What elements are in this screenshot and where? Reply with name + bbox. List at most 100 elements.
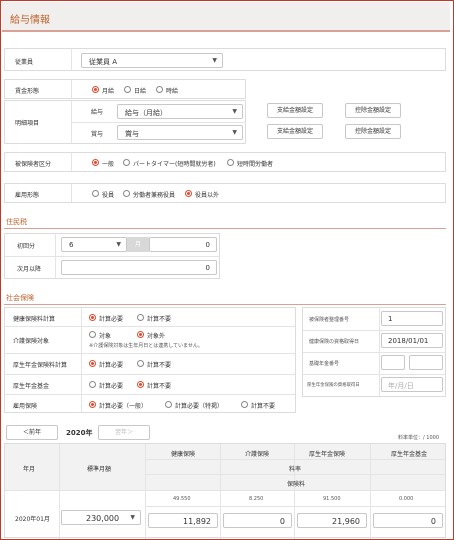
employment-type-label: 雇用形態	[15, 192, 40, 199]
insured-type-radio-general[interactable]	[92, 159, 99, 166]
insured-type-radio-parttime[interactable]	[123, 159, 130, 166]
rate-row-label: 料率	[289, 466, 302, 473]
salary-deduct-setting-button[interactable]: 控除金額設定	[345, 103, 401, 118]
bonus-deduct-setting-button[interactable]: 控除金額設定	[345, 124, 401, 139]
rate-unit-label: 料率単位：/ 1000	[398, 435, 439, 441]
care-option-label: 対象外	[147, 333, 166, 340]
salary-value: 給与（月給）	[125, 109, 167, 117]
chevron-down-icon: ▼	[130, 514, 135, 521]
emp-option-label: 計算必要（特掲）	[175, 403, 224, 410]
pay-type-radio-daily[interactable]	[124, 86, 131, 93]
resident-first-month-select[interactable]: 6 ▼	[61, 237, 127, 252]
pension-calc-option-label: 計算不要	[147, 362, 172, 369]
month-unit-label: 月	[127, 237, 149, 252]
social-insurance-left-box: 健康保険料計算 計算必要 計算不要 介護保険対象 対象 対象外 ※介護保険対象は…	[4, 307, 296, 413]
salary-pay-setting-button[interactable]: 支給金額設定	[267, 103, 323, 118]
salary-label: 給与	[91, 109, 104, 116]
pension-date-placeholder: 年/月/日	[388, 382, 414, 390]
col-care: 介護保険	[245, 451, 270, 458]
health-calc-label: 健康保険料計算	[13, 316, 56, 323]
fund-radio-not-required[interactable]	[137, 381, 144, 388]
employee-label: 従業員	[15, 59, 34, 66]
employment-type-option-label: 役員以外	[195, 192, 220, 199]
fund-option-label: 計算不要	[147, 383, 172, 390]
insurance-table: 年月 標準月額 健康保険 介護保険 厚生年金保険 厚生年金基金 料率 保険料 4…	[4, 443, 446, 539]
insured-type-radio-shorttime[interactable]	[227, 159, 234, 166]
insured-type-option-label: パートタイマー(短時間就労者)	[133, 161, 216, 168]
resident-first-label: 初回分	[17, 243, 36, 250]
health-calc-radio-not-required[interactable]	[137, 314, 144, 321]
pension-date-input[interactable]: 年/月/日	[381, 377, 443, 392]
insured-number-label: 被保険者整理番号	[309, 317, 350, 323]
health-calc-radio-required[interactable]	[89, 314, 96, 321]
employment-type-option-label: 労働者兼務役員	[133, 192, 176, 199]
care-radio-not-target[interactable]	[137, 331, 144, 338]
premium-pension-input[interactable]: 21,960	[297, 513, 367, 528]
pension-date-label: 厚生年金保険の資格取得日	[307, 383, 360, 388]
pension-number-input-2[interactable]	[409, 355, 443, 370]
insured-type-label: 被保険者区分	[15, 161, 52, 168]
emp-radio-general[interactable]	[89, 401, 96, 408]
bonus-value: 賞与	[125, 130, 139, 138]
chevron-down-icon: ▼	[232, 108, 237, 115]
premium-health-value: 11,892	[183, 517, 211, 526]
employee-select[interactable]: 従業員 A ▼	[81, 53, 223, 68]
pay-items-row: 明細項目 給与 給与（月給） ▼ 賞与 賞与 ▼	[4, 100, 246, 144]
premium-care-value: 0	[279, 517, 285, 526]
premium-health-input[interactable]: 11,892	[148, 513, 218, 528]
pay-type-option-label: 時給	[166, 88, 179, 95]
standard-monthly-select[interactable]: 230,000 ▼	[61, 510, 141, 525]
standard-monthly-value: 230,000	[86, 514, 120, 523]
emp-option-label: 計算必要（一般）	[99, 403, 148, 410]
pension-calc-option-label: 計算必要	[99, 362, 124, 369]
employment-type-radio-worker-officer[interactable]	[123, 190, 130, 197]
next-year-button[interactable]: 翌年＞	[98, 425, 150, 440]
employee-row: 従業員 従業員 A ▼	[4, 48, 446, 71]
current-year: 2020年	[66, 429, 93, 437]
col-health: 健康保険	[171, 451, 196, 458]
social-insurance-right-box: 被保険者整理番号 1 健康保険の資格取得日 2018/01/01 基礎年金番号 …	[302, 307, 446, 397]
salary-select[interactable]: 給与（月給） ▼	[117, 104, 243, 119]
pay-type-radio-monthly[interactable]	[92, 86, 99, 93]
employment-type-radio-non-officer[interactable]	[185, 190, 192, 197]
col-pension-fund: 厚生年金基金	[391, 451, 428, 458]
insured-number-input[interactable]: 1	[381, 311, 443, 326]
insured-type-row: 被保険者区分 一般 パートタイマー(短時間就労者) 短時間労働者	[4, 152, 446, 172]
resident-first-amount-value: 0	[205, 241, 210, 249]
insured-number-value: 1	[388, 315, 393, 323]
health-date-value: 2018/01/01	[388, 337, 429, 345]
chevron-down-icon: ▼	[116, 241, 121, 248]
bonus-select[interactable]: 賞与 ▼	[117, 125, 243, 140]
bonus-label: 賞与	[91, 131, 104, 138]
col-month: 年月	[23, 466, 36, 473]
page-header: 給与情報	[2, 2, 450, 32]
care-radio-target[interactable]	[89, 331, 96, 338]
col-pension: 厚生年金保険	[309, 451, 346, 458]
premium-care-input[interactable]: 0	[223, 513, 292, 528]
health-date-label: 健康保険の資格取得日	[309, 339, 360, 345]
prev-year-button[interactable]: ＜前年	[6, 425, 58, 440]
fund-radio-required[interactable]	[89, 381, 96, 388]
insured-type-option-label: 一般	[102, 161, 115, 168]
emp-radio-not-required[interactable]	[241, 401, 248, 408]
pension-calc-radio-required[interactable]	[89, 360, 96, 367]
resident-first-amount-input[interactable]: 0	[149, 237, 217, 252]
rate-pension-fund: 0.000	[399, 496, 414, 502]
care-note: ※介護保険対象は生年月日とは連携していません。	[89, 343, 203, 349]
health-calc-option-label: 計算必要	[99, 316, 124, 323]
resident-next-amount-input[interactable]: 0	[61, 260, 217, 275]
employment-type-row: 雇用形態 役員 労働者兼務役員 役員以外	[4, 183, 446, 203]
emp-radio-special[interactable]	[165, 401, 172, 408]
premium-pension-fund-input[interactable]: 0	[373, 513, 443, 528]
pension-calc-radio-not-required[interactable]	[137, 360, 144, 367]
resident-next-amount-value: 0	[205, 264, 210, 272]
pay-type-label: 賃金形態	[15, 88, 40, 95]
chevron-down-icon: ▼	[212, 57, 217, 64]
bonus-pay-setting-button[interactable]: 支給金額設定	[267, 124, 323, 139]
pay-type-radio-hourly[interactable]	[156, 86, 163, 93]
employment-type-radio-officer[interactable]	[92, 190, 99, 197]
rate-care: 8.250	[249, 496, 264, 502]
pension-number-input-1[interactable]	[381, 355, 405, 370]
care-option-label: 対象	[99, 333, 112, 340]
health-date-input[interactable]: 2018/01/01	[381, 333, 443, 348]
